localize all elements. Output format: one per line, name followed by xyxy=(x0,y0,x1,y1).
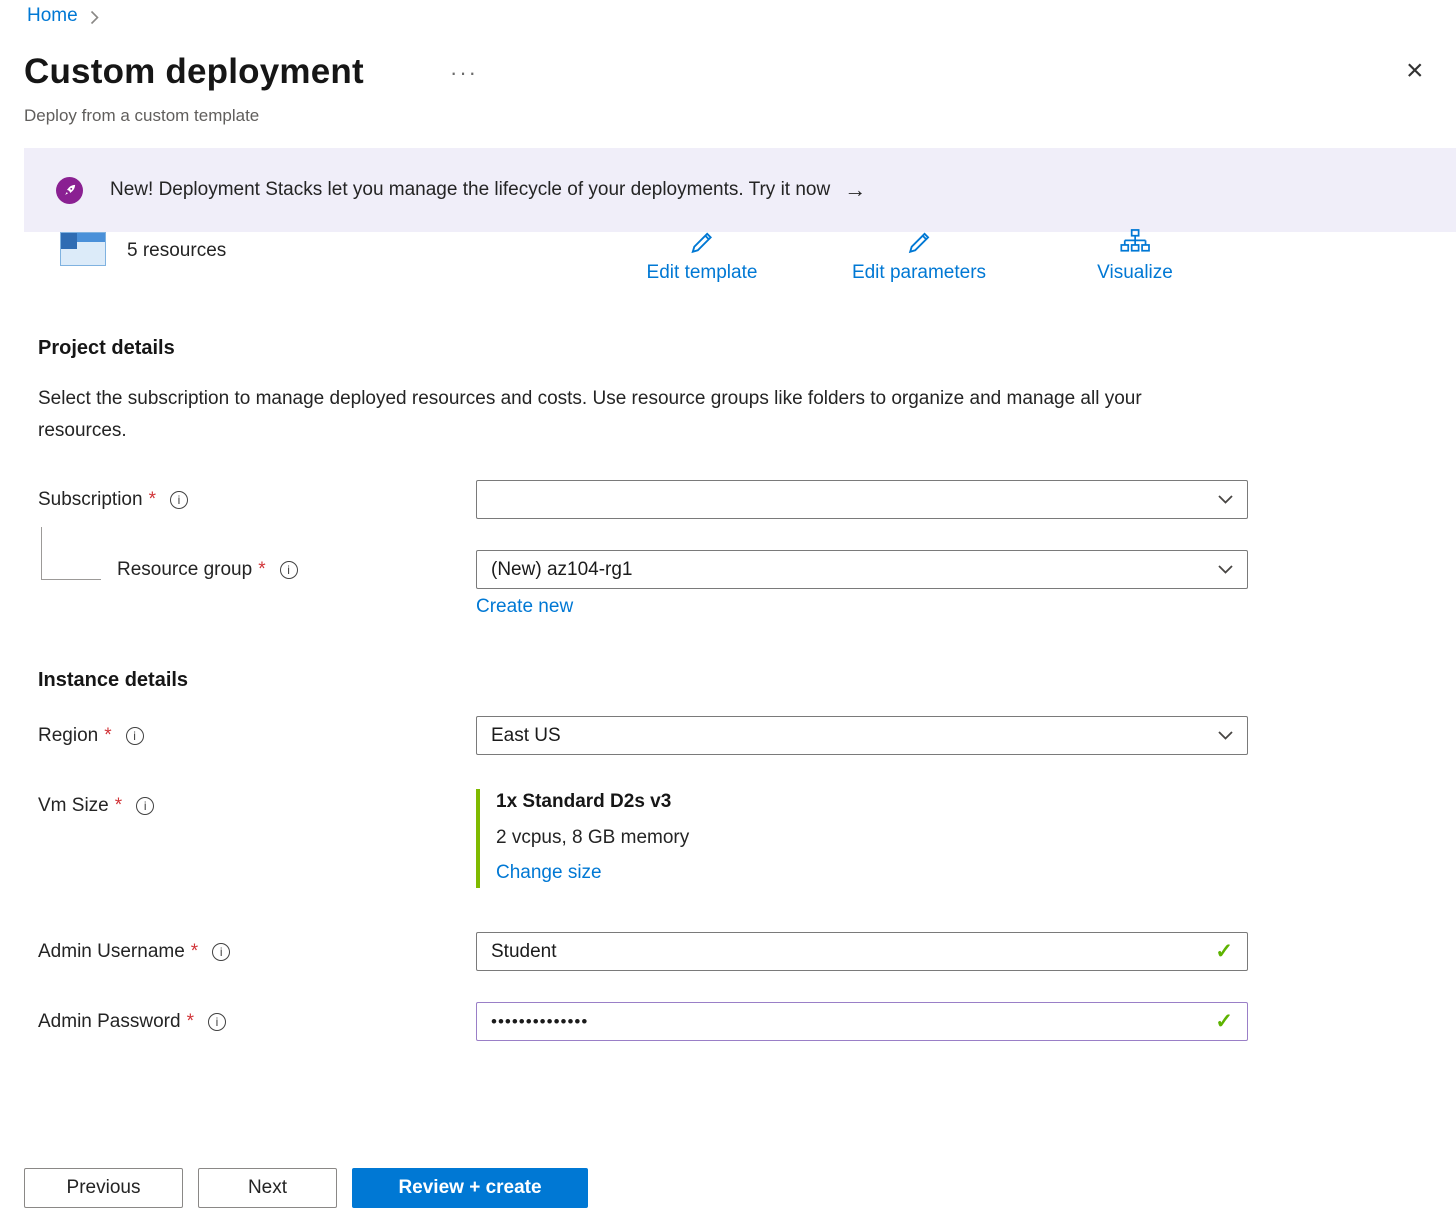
required-asterisk: * xyxy=(258,559,265,581)
info-icon[interactable]: i xyxy=(212,943,230,961)
action-label: Visualize xyxy=(1097,262,1173,283)
subscription-dropdown[interactable] xyxy=(476,480,1248,519)
close-button[interactable]: × xyxy=(1406,56,1424,86)
label-text: Admin Username xyxy=(38,941,185,963)
chevron-down-icon xyxy=(1218,731,1233,740)
action-label: Edit template xyxy=(647,262,758,283)
admin-username-label: Admin Username * i xyxy=(38,941,230,963)
more-options-icon[interactable]: ··· xyxy=(450,60,478,86)
resource-group-dropdown[interactable]: (New) az104-rg1 xyxy=(476,550,1248,589)
label-text: Subscription xyxy=(38,489,143,511)
arrow-right-icon: → xyxy=(844,177,866,203)
breadcrumb: Home xyxy=(27,5,99,27)
region-value: East US xyxy=(491,725,561,747)
create-new-link[interactable]: Create new xyxy=(476,596,573,618)
breadcrumb-home-link[interactable]: Home xyxy=(27,5,78,27)
chevron-down-icon xyxy=(1218,565,1233,574)
required-asterisk: * xyxy=(191,941,198,963)
vm-size-label: Vm Size * i xyxy=(38,795,154,817)
valid-check-icon: ✓ xyxy=(1215,939,1233,964)
required-asterisk: * xyxy=(149,489,156,511)
vm-size-detail: 2 vcpus, 8 GB memory xyxy=(496,827,689,849)
resource-group-value: (New) az104-rg1 xyxy=(491,559,633,581)
required-asterisk: * xyxy=(115,795,122,817)
admin-password-field: ✓ xyxy=(476,1002,1248,1041)
info-icon[interactable]: i xyxy=(126,727,144,745)
chevron-down-icon xyxy=(1218,495,1233,504)
sitemap-icon xyxy=(1097,228,1173,262)
region-dropdown[interactable]: East US xyxy=(476,716,1248,755)
next-button[interactable]: Next xyxy=(198,1168,337,1208)
subscription-label: Subscription * i xyxy=(38,489,188,511)
template-resource-count: 5 resources xyxy=(127,240,226,262)
banner-text: New! Deployment Stacks let you manage th… xyxy=(110,179,830,201)
label-text: Resource group xyxy=(117,559,252,581)
required-asterisk: * xyxy=(104,725,111,747)
page-subtitle: Deploy from a custom template xyxy=(24,106,259,126)
info-icon[interactable]: i xyxy=(136,797,154,815)
page-title: Custom deployment xyxy=(24,52,364,92)
visualize-button[interactable]: Visualize xyxy=(1097,228,1173,284)
admin-username-field: ✓ xyxy=(476,932,1248,971)
pencil-icon xyxy=(852,228,986,262)
action-label: Edit parameters xyxy=(852,262,986,283)
region-label: Region * i xyxy=(38,725,144,747)
previous-button[interactable]: Previous xyxy=(24,1168,183,1208)
resource-group-label: Resource group * i xyxy=(117,559,298,581)
label-text: Region xyxy=(38,725,98,747)
valid-check-icon: ✓ xyxy=(1215,1009,1233,1034)
instance-details-heading: Instance details xyxy=(38,669,188,692)
tree-connector-line xyxy=(41,527,101,580)
vm-size-summary: 1x Standard D2s v3 2 vcpus, 8 GB memory … xyxy=(476,789,689,888)
info-icon[interactable]: i xyxy=(280,561,298,579)
admin-username-input[interactable] xyxy=(491,941,1215,963)
required-asterisk: * xyxy=(187,1011,194,1033)
change-size-link[interactable]: Change size xyxy=(496,862,602,883)
edit-template-button[interactable]: Edit template xyxy=(647,228,758,284)
edit-parameters-button[interactable]: Edit parameters xyxy=(852,228,986,284)
template-icon xyxy=(60,232,106,266)
project-details-heading: Project details xyxy=(38,337,175,360)
label-text: Admin Password xyxy=(38,1011,181,1033)
info-icon[interactable]: i xyxy=(170,491,188,509)
review-create-button[interactable]: Review + create xyxy=(352,1168,588,1208)
pencil-icon xyxy=(647,228,758,262)
project-details-description: Select the subscription to manage deploy… xyxy=(38,383,1193,447)
info-icon[interactable]: i xyxy=(208,1013,226,1031)
rocket-icon xyxy=(56,177,83,204)
admin-password-input[interactable] xyxy=(491,1012,1215,1032)
admin-password-label: Admin Password * i xyxy=(38,1011,226,1033)
vm-size-title: 1x Standard D2s v3 xyxy=(496,791,689,813)
chevron-right-icon xyxy=(90,8,99,25)
label-text: Vm Size xyxy=(38,795,109,817)
deployment-stacks-banner[interactable]: New! Deployment Stacks let you manage th… xyxy=(24,148,1456,232)
